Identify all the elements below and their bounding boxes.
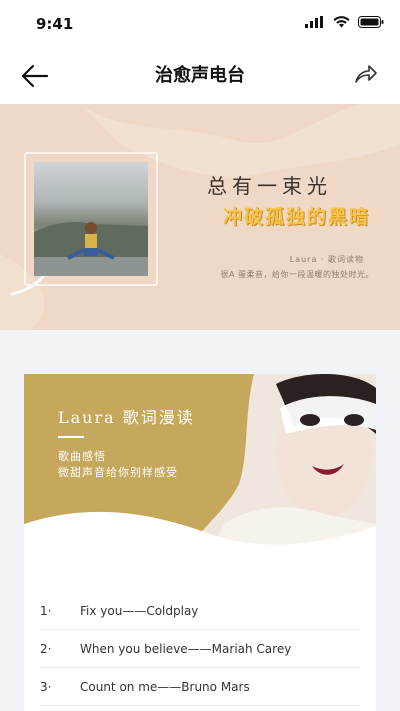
wifi-icon	[333, 16, 350, 28]
card-banner[interactable]: Laura 歌词漫读 歌曲感悟 微甜声音给你别样感受	[24, 374, 376, 566]
list-item[interactable]: 1· Fix you——Coldplay	[40, 592, 360, 630]
share-icon[interactable]	[354, 62, 378, 86]
track-name: Count on me——Bruno Mars	[80, 679, 250, 694]
radio-card: Laura 歌词漫读 歌曲感悟 微甜声音给你别样感受 1· Fix you——C…	[24, 374, 376, 711]
card-title: Laura 歌词漫读	[58, 408, 195, 427]
battery-icon	[358, 16, 384, 28]
banner-description: 很A 蛋柔音，给你一段温暖的独处时光。	[220, 270, 374, 279]
banner-meta: Laura · 歌词读物	[289, 255, 364, 264]
hero-banner[interactable]: 总有一束光 冲破孤独的黑暗 Laura · 歌词读物 很A 蛋柔音，给你一段温暖…	[0, 104, 400, 330]
track-number: 2·	[40, 641, 52, 656]
track-number: 1·	[40, 603, 52, 618]
banner-headline: 总有一束光	[207, 174, 332, 198]
signal-icon	[305, 16, 323, 28]
playlist: 1· Fix you——Coldplay 2· When you believe…	[24, 592, 376, 706]
list-item[interactable]: 3· Count on me——Bruno Mars	[40, 668, 360, 706]
card-desc-line1: 歌曲感悟	[58, 450, 106, 463]
track-number: 3·	[40, 679, 52, 694]
nav-bar: 治愈声电台	[0, 48, 400, 104]
page-title: 治愈声电台	[155, 65, 245, 86]
track-name: When you believe——Mariah Carey	[80, 641, 292, 656]
card-desc-line2: 微甜声音给你别样感受	[58, 466, 178, 479]
status-bar: 9:41	[0, 0, 400, 48]
status-time: 9:41	[36, 15, 74, 33]
card-divider	[58, 436, 84, 438]
status-icons	[305, 16, 384, 28]
list-item[interactable]: 2· When you believe——Mariah Carey	[40, 630, 360, 668]
wave-divider	[24, 511, 376, 566]
banner-subheadline: 冲破孤独的黑暗	[222, 206, 370, 228]
track-name: Fix you——Coldplay	[80, 603, 199, 618]
